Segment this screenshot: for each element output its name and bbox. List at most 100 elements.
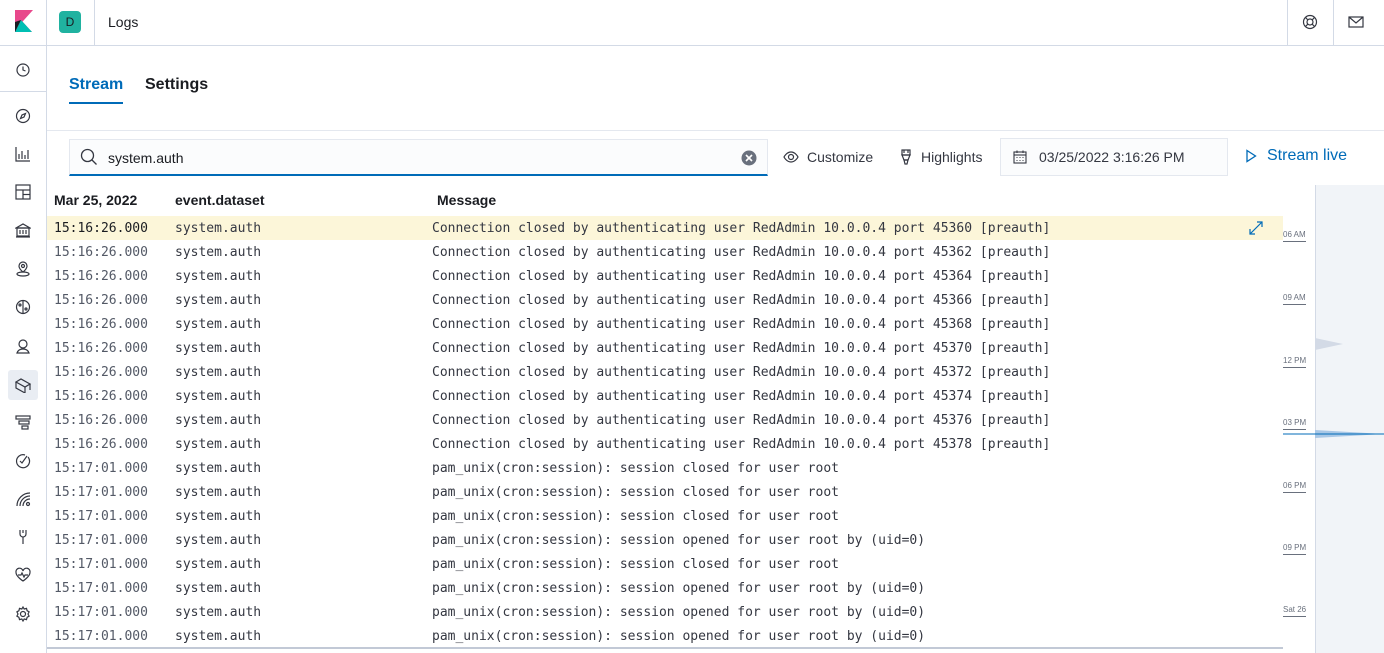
date-picker[interactable]: 03/25/2022 3:16:26 PM <box>1000 138 1228 176</box>
log-row[interactable]: 15:16:26.000 system.auth Connection closed… <box>47 432 1283 456</box>
log-timestamp: 15:16:26.000 <box>54 365 148 380</box>
log-dataset: system.auth <box>175 389 262 404</box>
search-icon <box>80 148 97 165</box>
log-dataset: system.auth <box>175 245 262 260</box>
search-input[interactable] <box>108 148 728 168</box>
log-timestamp: 15:16:26.000 <box>54 245 148 260</box>
dashboard-icon[interactable] <box>12 181 34 203</box>
customize-button[interactable]: Customize <box>783 147 873 167</box>
log-row[interactable]: 15:17:01.000 system.auth pam_unix(cron:ses… <box>47 528 1283 552</box>
search-bar <box>69 139 768 176</box>
log-row[interactable]: 15:17:01.000 system.auth pam_unix(cron:ses… <box>47 624 1283 648</box>
log-dataset: system.auth <box>175 293 262 308</box>
log-timestamp: 15:16:26.000 <box>54 341 148 356</box>
log-timestamp: 15:17:01.000 <box>54 605 148 620</box>
log-row[interactable]: 15:16:26.000 system.auth Connection closed… <box>47 408 1283 432</box>
log-message: pam_unix(cron:session): session opened f… <box>432 533 926 548</box>
minimap-time-label: 09 AM <box>1283 293 1306 305</box>
log-row[interactable]: 15:16:26.000 system.auth Connection closed… <box>47 312 1283 336</box>
kibana-logo[interactable] <box>13 10 33 32</box>
log-dataset: system.auth <box>175 581 262 596</box>
log-message: Connection closed by authenticating user… <box>432 269 1051 284</box>
header-divider <box>1333 0 1334 46</box>
highlights-button[interactable]: Highlights <box>899 147 982 167</box>
minimap-time-label: 06 AM <box>1283 230 1306 242</box>
stream-live-label: Stream live <box>1267 147 1348 164</box>
log-row[interactable]: 15:16:26.000 system.auth Connection closed… <box>47 336 1283 360</box>
logs-icon[interactable] <box>8 370 38 400</box>
ml-icon[interactable] <box>12 296 34 318</box>
nav-divider <box>0 91 47 92</box>
visualize-icon[interactable] <box>12 143 34 165</box>
graph-icon[interactable] <box>12 335 34 357</box>
log-timestamp: 15:17:01.000 <box>54 533 148 548</box>
monitoring-icon[interactable] <box>12 564 34 586</box>
log-dataset: system.auth <box>175 533 262 548</box>
log-row[interactable]: 15:17:01.000 system.auth pam_unix(cron:ses… <box>47 480 1283 504</box>
log-row[interactable]: 15:16:26.000 system.auth Connection closed… <box>47 360 1283 384</box>
log-row[interactable]: 15:17:01.000 system.auth pam_unix(cron:ses… <box>47 504 1283 528</box>
log-timestamp: 15:17:01.000 <box>54 461 148 476</box>
log-timestamp: 15:16:26.000 <box>54 389 148 404</box>
mail-icon[interactable] <box>1346 12 1366 32</box>
log-row[interactable]: 15:16:26.000 system.auth Connection closed… <box>47 264 1283 288</box>
stream-live-button[interactable]: Stream live <box>1245 147 1347 165</box>
log-timestamp: 15:16:26.000 <box>54 269 148 284</box>
space-avatar[interactable]: D <box>59 11 81 33</box>
siem-icon[interactable] <box>12 488 34 510</box>
column-header-date: Mar 25, 2022 <box>54 192 138 208</box>
clear-search-icon[interactable] <box>741 150 757 166</box>
highlighter-icon <box>901 149 911 165</box>
column-header-message: Message <box>437 192 497 208</box>
log-dataset: system.auth <box>175 605 262 620</box>
log-timestamp: 15:16:26.000 <box>54 317 148 332</box>
header-divider <box>1287 0 1288 46</box>
log-dataset: system.auth <box>175 557 262 572</box>
clock-icon[interactable] <box>12 59 34 81</box>
play-icon <box>1246 149 1257 163</box>
compass-icon[interactable] <box>12 105 34 127</box>
log-message: pam_unix(cron:session): session closed f… <box>432 461 839 476</box>
log-message: pam_unix(cron:session): session closed f… <box>432 509 839 524</box>
log-row[interactable]: 15:17:01.000 system.auth pam_unix(cron:ses… <box>47 576 1283 600</box>
uptime-icon[interactable] <box>12 450 34 472</box>
log-dataset: system.auth <box>175 317 262 332</box>
column-header-dataset: event.dataset <box>175 192 265 208</box>
log-dataset: system.auth <box>175 509 262 524</box>
log-message: Connection closed by authenticating user… <box>432 413 1051 428</box>
dev-tools-icon[interactable] <box>12 526 34 548</box>
log-row[interactable]: 15:16:26.000 system.auth Connection closed… <box>47 216 1283 240</box>
canvas-icon[interactable] <box>12 219 34 241</box>
log-row[interactable]: 15:17:01.000 system.auth pam_unix(cron:ses… <box>47 600 1283 624</box>
breadcrumb[interactable]: Logs <box>108 14 138 30</box>
management-icon[interactable] <box>12 603 34 625</box>
log-message: pam_unix(cron:session): session opened f… <box>432 581 926 596</box>
minimap-time-label: 12 PM <box>1283 356 1307 368</box>
tab-settings[interactable]: Settings <box>145 76 208 102</box>
log-message: Connection closed by authenticating user… <box>432 293 1051 308</box>
expand-icon[interactable] <box>1248 220 1264 236</box>
customize-label: Customize <box>807 149 874 165</box>
log-timestamp: 15:17:01.000 <box>54 485 148 500</box>
maps-icon[interactable] <box>12 258 34 280</box>
apm-icon[interactable] <box>12 411 34 433</box>
calendar-icon <box>1013 150 1027 164</box>
minimap-time-label: 09 PM <box>1283 543 1307 555</box>
log-dataset: system.auth <box>175 365 262 380</box>
log-row[interactable]: 15:16:26.000 system.auth Connection closed… <box>47 240 1283 264</box>
log-timestamp: 15:17:01.000 <box>54 557 148 572</box>
log-row[interactable]: 15:17:01.000 system.auth pam_unix(cron:ses… <box>47 456 1283 480</box>
log-timestamp: 15:16:26.000 <box>54 437 148 452</box>
log-timestamp: 15:17:01.000 <box>54 629 148 644</box>
log-row[interactable]: 15:16:26.000 system.auth Connection closed… <box>47 288 1283 312</box>
log-timestamp: 15:16:26.000 <box>54 413 148 428</box>
minimap-time-label: Sat 26 <box>1283 605 1307 617</box>
log-row[interactable]: 15:17:01.000 system.auth pam_unix(cron:ses… <box>47 552 1283 576</box>
header-divider <box>46 0 47 46</box>
time-minimap[interactable]: 06 AM 09 AM 12 PM 03 PM 06 PM 09 PM Sat 26 <box>1283 185 1384 653</box>
help-icon[interactable] <box>1300 12 1320 32</box>
log-timestamp: 15:17:01.000 <box>54 581 148 596</box>
log-dataset: system.auth <box>175 629 262 644</box>
tab-stream[interactable]: Stream <box>69 76 124 104</box>
log-row[interactable]: 15:16:26.000 system.auth Connection closed… <box>47 384 1283 408</box>
